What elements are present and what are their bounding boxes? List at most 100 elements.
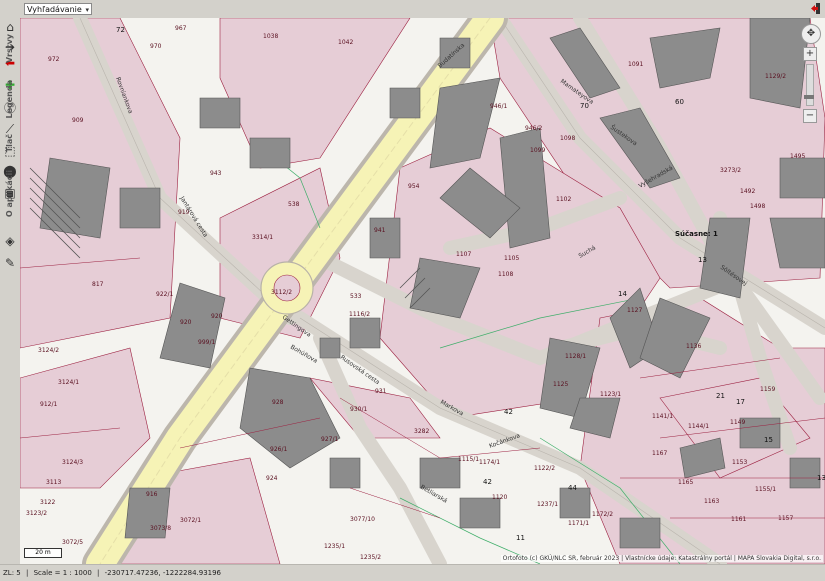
parcel-label: 941 bbox=[374, 227, 386, 234]
tab-layers[interactable]: Vrstvy bbox=[5, 34, 14, 63]
parcel-label: 3273/2 bbox=[720, 167, 741, 174]
parcel-label: 3073/8 bbox=[150, 525, 171, 532]
exit-icon[interactable] bbox=[811, 3, 821, 14]
layers-icon[interactable]: ◈ bbox=[3, 234, 17, 248]
house-number: 70 bbox=[580, 102, 589, 110]
parcel-label: 3124/2 bbox=[38, 347, 59, 354]
left-sidebar: ⌂ ➔ ⬅ ✚ ⓘ ⟋ ⬚ ⬤ ▣ ◈ ✎ Vrstvy Legenda Tla… bbox=[0, 18, 20, 564]
parcel-label: 1129/2 bbox=[765, 73, 786, 80]
house-number: 60 bbox=[675, 98, 684, 106]
parcel-label: 817 bbox=[92, 281, 104, 288]
zoom-level: ZL: 5 bbox=[3, 569, 21, 577]
search-select[interactable]: Vyhľadávanie ▾ bbox=[24, 3, 92, 15]
home-icon[interactable]: ⌂ bbox=[3, 20, 17, 34]
parcel-label: 912/1 bbox=[40, 401, 57, 408]
parcel-label: 920 bbox=[180, 319, 192, 326]
house-number: 44 bbox=[568, 484, 577, 492]
house-number: 17 bbox=[736, 398, 745, 406]
house-number: 42 bbox=[504, 408, 513, 416]
parcel-label: 1141/1 bbox=[652, 413, 673, 420]
parcel-label: 3072/5 bbox=[62, 539, 83, 546]
parcel-label: 3113 bbox=[46, 479, 61, 486]
parcel-label: 1144/1 bbox=[688, 423, 709, 430]
parcel-label: 1495 bbox=[790, 153, 805, 160]
zoom-control: ✥ + − bbox=[801, 24, 821, 126]
map-canvas: 1042 1038 946/1 946/2 1091 1129/2 1099 1… bbox=[20, 18, 825, 564]
status-bar: ZL: 5 | Scale = 1 : 1000 | -230717.47236… bbox=[0, 564, 825, 581]
parcel-label: 1125 bbox=[553, 381, 568, 388]
house-number: 14 bbox=[618, 290, 627, 298]
parcel-label: 943 bbox=[210, 170, 222, 177]
parcel-label: 1163 bbox=[704, 498, 719, 505]
tab-about[interactable]: O aplikácii bbox=[5, 170, 14, 217]
parcel-label: 954 bbox=[408, 183, 420, 190]
parcel-label: 1165 bbox=[678, 479, 693, 486]
parcel-label: 3124/1 bbox=[58, 379, 79, 386]
parcel-label: 1235/1 bbox=[324, 543, 345, 550]
parcel-label: 928 bbox=[272, 399, 284, 406]
house-number: 15 bbox=[764, 436, 773, 444]
map-view[interactable]: 1042 1038 946/1 946/2 1091 1129/2 1099 1… bbox=[20, 18, 825, 564]
parcel-label: 930/1 bbox=[350, 406, 367, 413]
parcel-label: 916 bbox=[146, 491, 158, 498]
parcel-label: 3072/1 bbox=[180, 517, 201, 524]
parcel-label: 1159 bbox=[760, 386, 775, 393]
zoom-slider[interactable] bbox=[804, 64, 814, 106]
parcel-label: 924 bbox=[266, 475, 278, 482]
parcel-label: 1155/1 bbox=[755, 486, 776, 493]
zoom-in-button[interactable]: + bbox=[803, 47, 817, 61]
parcel-label: 3077/10 bbox=[350, 516, 375, 523]
parcel-label: 946/1 bbox=[490, 103, 507, 110]
parcel-label: 538 bbox=[288, 201, 300, 208]
parcel-label: 533 bbox=[350, 293, 362, 300]
map-attribution: Ortofoto (c) GKÚ/NLC SR, február 2023 | … bbox=[500, 555, 823, 562]
parcel-label: 1492 bbox=[740, 188, 755, 195]
parcel-label: 927/1 bbox=[321, 436, 338, 443]
parcel-label: 1091 bbox=[628, 61, 643, 68]
parcel-label: 931 bbox=[375, 388, 387, 395]
parcel-label: 3112/2 bbox=[271, 289, 292, 296]
parcel-label: 1153 bbox=[732, 459, 747, 466]
parcel-label: 972 bbox=[48, 56, 60, 63]
tab-legend[interactable]: Legenda bbox=[5, 80, 14, 119]
pan-icon[interactable]: ✥ bbox=[801, 24, 821, 44]
parcel-label: 1157 bbox=[778, 515, 793, 522]
parcel-label: 1123/1 bbox=[600, 391, 621, 398]
parcel-label: 1107 bbox=[456, 251, 471, 258]
parcel-label: 3124/3 bbox=[62, 459, 83, 466]
parcel-label: 920 bbox=[211, 313, 223, 320]
coordinate-readout: -230717.47236, -1222284.93196 bbox=[104, 569, 222, 577]
parcel-label: 1171/1 bbox=[568, 520, 589, 527]
parcel-label: 1120 bbox=[492, 494, 507, 501]
parcel-label: 3282 bbox=[414, 428, 429, 435]
house-number: 72 bbox=[116, 26, 125, 34]
zoom-out-button[interactable]: − bbox=[803, 109, 817, 123]
parcel-label: 1161 bbox=[731, 516, 746, 523]
highlight-label: Súčasne: 1 bbox=[675, 230, 718, 238]
scale-readout: Scale = 1 : 1000 bbox=[33, 569, 92, 577]
parcel-label: 970 bbox=[150, 43, 162, 50]
parcel-label: 3123/2 bbox=[26, 510, 47, 517]
parcel-label: 1172/2 bbox=[592, 511, 613, 518]
house-number: 11 bbox=[516, 534, 525, 542]
scale-bar: 20 m bbox=[24, 548, 62, 558]
parcel-label: 1128/1 bbox=[565, 353, 586, 360]
tab-print[interactable]: Tlač bbox=[5, 134, 14, 152]
parcel-label: 1167 bbox=[652, 450, 667, 457]
parcel-label: 1127 bbox=[627, 307, 642, 314]
parcel-label: 1122/2 bbox=[534, 465, 555, 472]
parcel-label: 909 bbox=[72, 117, 84, 124]
parcel-label: 1115/1 bbox=[458, 456, 479, 463]
parcel-label: 926/1 bbox=[270, 446, 287, 453]
top-toolbar: Vyhľadávanie ▾ bbox=[0, 0, 825, 19]
parcel-label: 1116/2 bbox=[349, 311, 370, 318]
parcel-label: 999/1 bbox=[198, 339, 215, 346]
parcel-label: 3314/1 bbox=[252, 234, 273, 241]
parcel-label: 1149 bbox=[730, 419, 745, 426]
parcel-label: 1108 bbox=[498, 271, 513, 278]
parcel-label: 967 bbox=[175, 25, 187, 32]
zoom-slider-knob[interactable] bbox=[804, 95, 814, 99]
parcel-label: 1136 bbox=[686, 343, 701, 350]
parcel-label: 1099 bbox=[530, 147, 545, 154]
edit-icon[interactable]: ✎ bbox=[3, 256, 17, 270]
